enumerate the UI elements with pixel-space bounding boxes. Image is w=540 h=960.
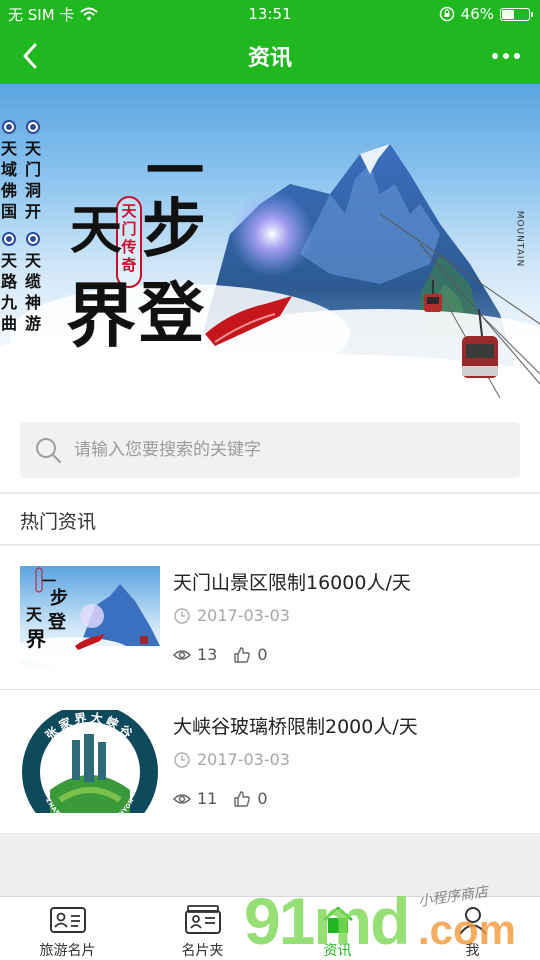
search-section: [0, 398, 540, 492]
tab-me[interactable]: 我: [405, 897, 540, 960]
bullet-icon: [2, 120, 16, 134]
like-count: 0: [257, 645, 268, 664]
tab-bar: 旅游名片 名片夹 资讯 我: [0, 896, 540, 960]
chevron-left-icon: [23, 43, 37, 69]
thumbs-up-icon[interactable]: [233, 790, 251, 808]
hot-news-header: 热门资讯: [0, 493, 540, 545]
calligraphy-char: 步: [142, 192, 206, 267]
user-icon: [458, 907, 487, 935]
like-count: 0: [257, 789, 268, 808]
back-button[interactable]: [10, 36, 50, 76]
news-thumbnail: 张家界大峡谷 ZHANGJIAJIE GRAND CANYON: [20, 710, 160, 813]
bullet-icon: [26, 120, 40, 134]
view-count: 13: [197, 645, 218, 664]
clock-icon: [174, 751, 190, 768]
id-card-icon: [49, 907, 86, 933]
orientation-lock-icon: [439, 6, 454, 22]
news-stats: 13 0: [173, 645, 268, 664]
news-thumbnail: 一 步 天 登 界: [20, 566, 160, 669]
calligraphy-char: 界: [66, 274, 136, 357]
nav-bar: 资讯: [0, 28, 540, 84]
tab-label: 我: [465, 943, 480, 959]
more-button[interactable]: [484, 36, 528, 76]
news-date: 2017-03-03: [173, 606, 290, 625]
calligraphy-char: 天: [70, 200, 123, 261]
more-dot-icon: [503, 53, 509, 59]
news-title: 天门山景区限制16000人/天: [173, 572, 411, 594]
tab-news[interactable]: 资讯: [270, 897, 405, 960]
svg-text:天: 天: [26, 605, 43, 624]
news-stats: 11 0: [173, 789, 268, 808]
svg-text:步: 步: [50, 587, 68, 609]
eye-icon: [173, 793, 191, 804]
bullet-icon: [26, 232, 40, 246]
tab-label: 旅游名片: [39, 943, 96, 959]
tab-label: 资讯: [323, 943, 352, 959]
news-date-text: 2017-03-03: [197, 606, 290, 625]
news-thumbnail-image: 一 步 天 登 界: [20, 566, 160, 669]
status-bar: 无 SIM 卡 13:51 46%: [0, 0, 540, 28]
bullet-icon: [2, 232, 16, 246]
eye-icon: [173, 649, 191, 660]
app-root: 无 SIM 卡 13:51 46% 资讯 天域佛国 天门洞开 天路九曲 天缆神游…: [0, 0, 540, 960]
view-count: 11: [197, 789, 218, 808]
page-title: 资讯: [247, 46, 292, 71]
battery-percent: 46%: [460, 5, 494, 23]
canyon-logo-image: 张家界大峡谷 ZHANGJIAJIE GRAND CANYON: [20, 710, 160, 813]
home-icon: [322, 906, 353, 933]
news-date-text: 2017-03-03: [197, 750, 290, 769]
status-right: 46%: [439, 0, 533, 28]
wifi-icon: [80, 7, 99, 21]
more-dot-icon: [492, 53, 498, 59]
search-icon: [36, 438, 62, 464]
search-input[interactable]: [74, 440, 474, 460]
battery-level: [502, 9, 514, 19]
banner-column-text: 天缆神游: [24, 251, 41, 333]
tab-travel-card[interactable]: 旅游名片: [0, 897, 135, 960]
news-title: 大峡谷玻璃桥限制2000人/天: [173, 716, 418, 738]
news-date: 2017-03-03: [173, 750, 290, 769]
banner-column-text: 天路九曲: [0, 251, 17, 333]
clock-icon: [174, 607, 190, 624]
card-holder-icon: [184, 905, 221, 934]
banner-column-text: 天域佛国: [0, 139, 17, 221]
tab-card-holder[interactable]: 名片夹: [135, 897, 270, 960]
banner-side-caption: MOUNTAIN: [514, 210, 525, 268]
search-bar[interactable]: [20, 422, 520, 478]
status-left: 无 SIM 卡: [8, 0, 99, 28]
status-time: 13:51: [248, 5, 292, 23]
news-item[interactable]: 一 步 天 登 界 天门山景区限制16000人/天 2017-03-03 13: [0, 546, 540, 690]
carrier-text: 无 SIM 卡: [8, 5, 75, 24]
banner-column-text: 天门洞开: [24, 139, 41, 221]
tab-label: 名片夹: [181, 943, 224, 959]
calligraphy-char: 登: [138, 274, 204, 352]
svg-text:登: 登: [47, 611, 67, 633]
thumbs-up-icon[interactable]: [233, 646, 251, 664]
banner-carousel[interactable]: 天域佛国 天门洞开 天路九曲 天缆神游 天门传奇 一 步 登 天 界 MOUNT…: [0, 84, 540, 398]
svg-text:界: 界: [26, 627, 46, 651]
battery-icon: [500, 7, 533, 21]
more-dot-icon: [514, 53, 520, 59]
section-title: 热门资讯: [20, 511, 97, 533]
news-item[interactable]: 张家界大峡谷 ZHANGJIAJIE GRAND CANYON 大峡谷玻璃桥限制…: [0, 690, 540, 834]
